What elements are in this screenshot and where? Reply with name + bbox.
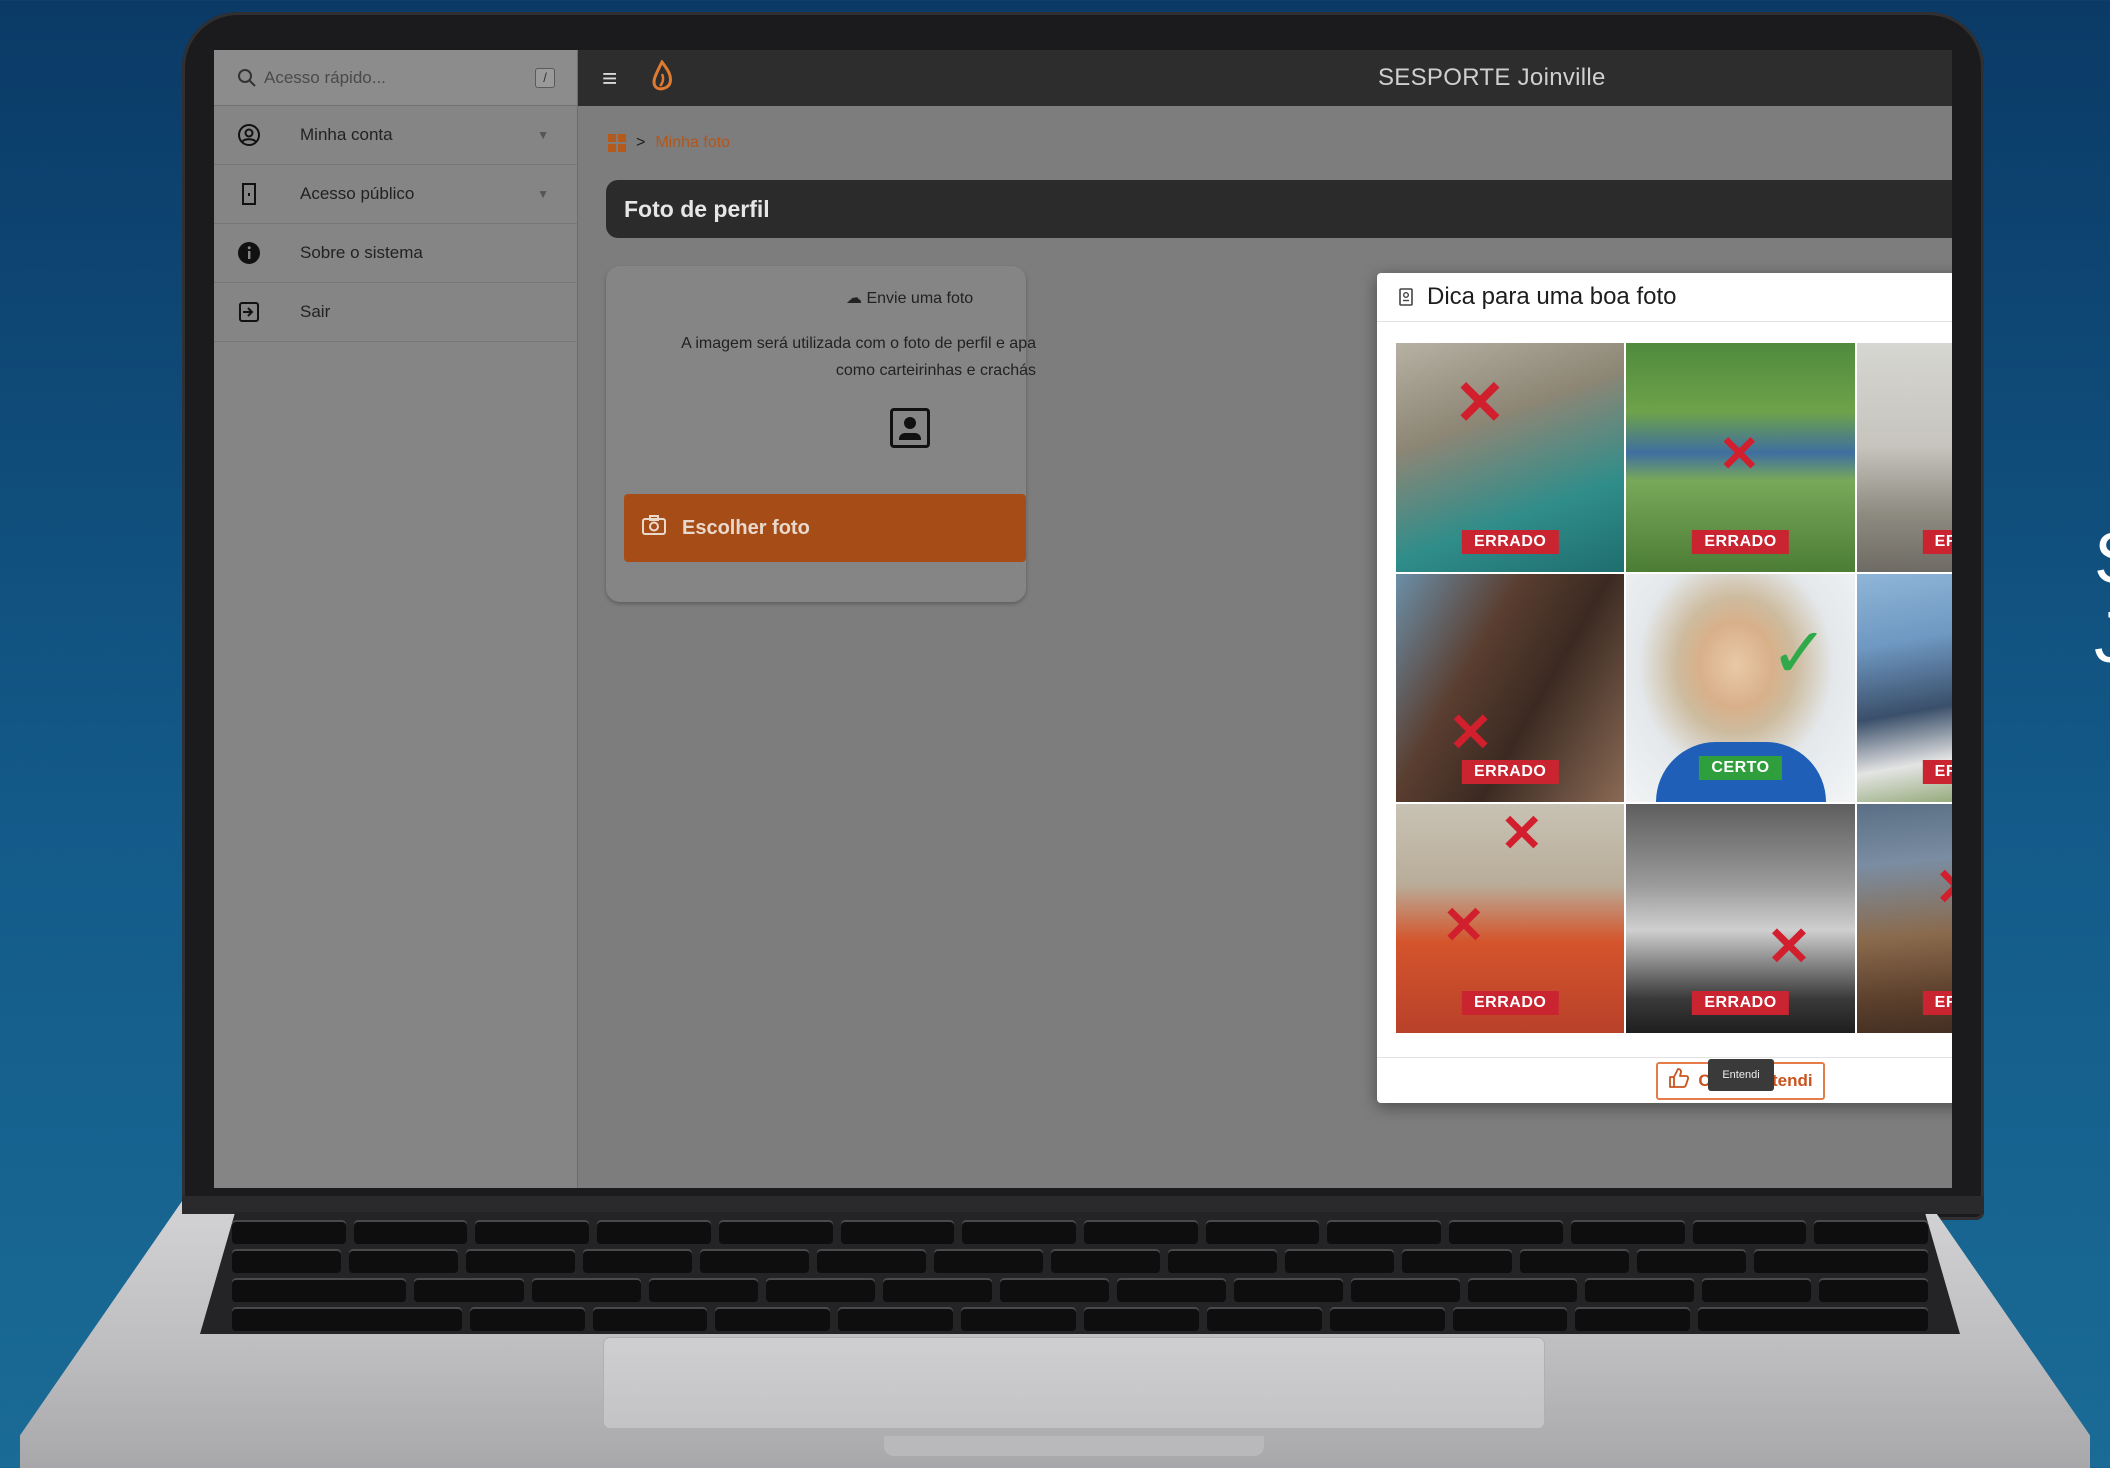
- quick-search[interactable]: Acesso rápido... /: [214, 50, 577, 106]
- choose-photo-label: Escolher foto: [682, 516, 810, 539]
- wrong-label: ERRADO: [1922, 529, 1952, 554]
- correct-label: CERTO: [1699, 756, 1782, 781]
- menu-icon[interactable]: ≡: [602, 65, 628, 91]
- info-icon: [236, 240, 262, 266]
- sidebar-item-label: Acesso público: [300, 184, 415, 203]
- breadcrumb-current[interactable]: Minha foto: [655, 134, 730, 152]
- wrong-cross-icon: ✕: [1766, 917, 1812, 978]
- upload-heading-text: Envie uma foto: [866, 290, 974, 307]
- example-photo-sunglasses: ✕ ERRADO: [1396, 343, 1625, 572]
- sidebar-item-minha-conta[interactable]: Minha conta ▼: [214, 106, 577, 165]
- wrong-cross-icon: ✕: [1947, 692, 1952, 742]
- choose-photo-button[interactable]: Escolher foto: [624, 494, 1026, 562]
- upload-description-line: A imagem será utilizada com o foto de pe…: [681, 335, 1036, 352]
- wrong-cross-icon: ✕: [1935, 862, 1952, 914]
- photo-tips-modal: Dica para uma boa foto × ✕ ERRADO ✕ ERRA…: [1377, 273, 1952, 1103]
- sidebar-item-sobre[interactable]: Sobre o sistema: [214, 224, 577, 283]
- laptop-notch: [884, 1436, 1264, 1456]
- laptop-keyboard: [200, 1212, 1960, 1334]
- thumbs-up-icon: [1668, 1067, 1690, 1094]
- wrong-label: ERRADO: [1922, 760, 1952, 785]
- upload-card: ☁ Envie uma foto A imagem será utilizada…: [606, 266, 1036, 602]
- sidebar-item-acesso-publico[interactable]: Acesso público ▼: [214, 165, 577, 224]
- photo-examples-grid: ✕ ERRADO ✕ ERRADO ✕ ERRADO ✕ ERRADO ✓: [1396, 343, 1952, 1033]
- logout-icon: [236, 299, 262, 325]
- example-photo-field-distance: ✕ ERRADO: [1626, 343, 1855, 572]
- page-title: Foto de perfil: [606, 180, 1952, 238]
- laptop-screen: Acesso rápido... / Minha conta ▼ Acesso …: [214, 50, 1952, 1188]
- wrong-label: ERRADO: [1922, 991, 1952, 1015]
- chevron-down-icon: ▼: [537, 187, 549, 201]
- modal-footer: Certo, entendi: [1377, 1057, 1952, 1103]
- wrong-cross-icon: ✕: [1500, 805, 1544, 864]
- example-photo-exercise: ✕ ERRADO: [1856, 343, 1952, 572]
- wrong-cross-icon: ✕: [1442, 897, 1486, 956]
- example-photo-correct-portrait: ✓ CERTO: [1626, 573, 1855, 803]
- sidebar-item-label: Minha conta: [300, 125, 393, 144]
- wrong-label: ERRADO: [1692, 991, 1789, 1015]
- sidebar-item-sair[interactable]: Sair: [214, 283, 577, 342]
- wrong-cross-icon: ✕: [1448, 702, 1494, 763]
- main-content: > Minha foto Foto de perfil ☁ Envie uma …: [578, 106, 1952, 1188]
- wrong-cross-icon: ✕: [1718, 426, 1761, 482]
- badge-icon: [1399, 288, 1415, 306]
- wrong-label: ERRADO: [1461, 991, 1559, 1015]
- search-input[interactable]: Acesso rápido...: [264, 68, 535, 88]
- chevron-down-icon: ▼: [537, 128, 549, 142]
- dashboard-icon[interactable]: [608, 134, 626, 152]
- breadcrumb-separator: >: [636, 134, 646, 151]
- breadcrumb: > Minha foto: [608, 134, 730, 152]
- sidebar-item-label: Sair: [300, 302, 331, 321]
- wrong-label: ERRADO: [1692, 529, 1789, 554]
- example-photo-cap-skateboard: ✕ ✕ ERRADO: [1396, 804, 1625, 1033]
- app-title: SESPORTE Joinville: [1378, 64, 1606, 91]
- portrait-placeholder-icon: [890, 408, 930, 448]
- door-icon: [236, 181, 262, 207]
- upload-heading: ☁ Envie uma foto: [846, 288, 973, 308]
- modal-title: Dica para uma boa foto: [1427, 283, 1677, 310]
- brand-logo-icon: [650, 58, 674, 97]
- wrong-cross-icon: ✕: [1454, 369, 1506, 438]
- cloud-upload-icon: ☁: [846, 290, 862, 307]
- side-text-fragment: SJ: [2094, 519, 2110, 678]
- example-photo-helmet: ✕ ERRADO: [1856, 804, 1952, 1033]
- top-bar: ≡ SESPORTE Joinville: [578, 50, 1952, 106]
- sidebar-item-label: Sobre o sistema: [300, 243, 423, 262]
- search-icon: [236, 67, 258, 89]
- example-photo-side-angle: ✕ ERRADO: [1396, 573, 1625, 803]
- wrong-label: ERRADO: [1461, 529, 1559, 554]
- tooltip: Entendi: [1708, 1059, 1774, 1091]
- camera-icon: [642, 515, 666, 541]
- upload-description-line: como carteirinhas e crachás: [835, 362, 1036, 379]
- wrong-label: ERRADO: [1461, 760, 1559, 785]
- trackpad: [604, 1338, 1544, 1428]
- account-circle-icon: [236, 122, 262, 148]
- search-shortcut-key: /: [535, 67, 555, 88]
- example-photo-black-white: ✕ ERRADO: [1626, 804, 1855, 1033]
- sidebar: Acesso rápido... / Minha conta ▼ Acesso …: [214, 50, 578, 1188]
- modal-header: Dica para uma boa foto ×: [1377, 273, 1952, 322]
- upload-description: A imagem será utilizada com o foto de pe…: [636, 330, 1036, 384]
- correct-check-icon: ✓: [1770, 613, 1829, 692]
- laptop-hinge: [182, 1196, 1984, 1214]
- example-photo-group: ✕ ERRADO: [1856, 573, 1952, 803]
